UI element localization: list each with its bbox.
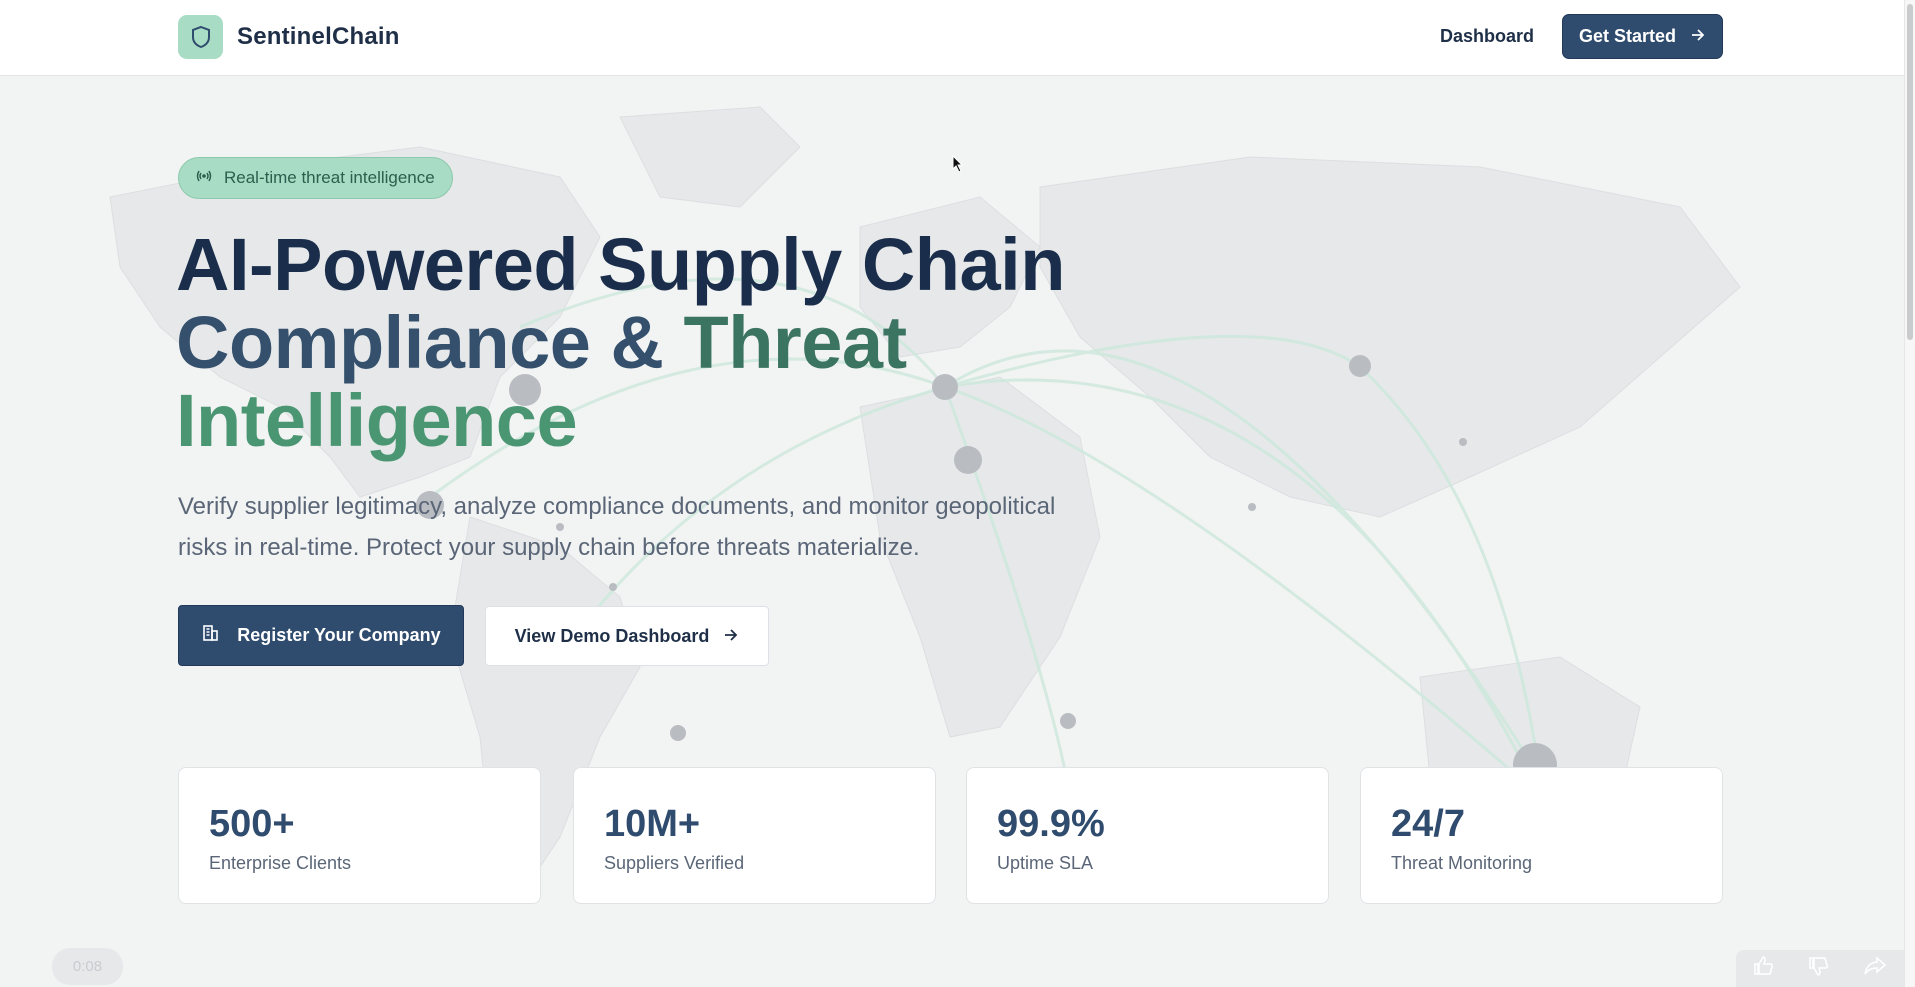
- hero-section: Real-time threat intelligence AI-Powered…: [0, 0, 1904, 987]
- hero-title-line3: Intelligence: [176, 379, 578, 462]
- hero-subtitle: Verify supplier legitimacy, analyze comp…: [178, 486, 1118, 568]
- brand-name: SentinelChain: [237, 23, 400, 50]
- arrow-right-icon: [1690, 26, 1706, 47]
- stat-label: Threat Monitoring: [1391, 853, 1533, 873]
- broadcast-icon: [196, 168, 212, 188]
- hero-title-line1: AI-Powered Supply Chain: [176, 223, 1065, 306]
- hero-title-line2a: Compliance &: [176, 301, 684, 384]
- arrow-right-icon: [723, 626, 739, 647]
- hero-title-line2b: Threat: [683, 301, 908, 384]
- stat-value: 10M+: [604, 803, 701, 845]
- stat-card-suppliers-verified: 10M+ Suppliers Verified: [573, 767, 936, 904]
- get-started-button[interactable]: Get Started: [1562, 14, 1723, 59]
- page-scrollbar[interactable]: [1904, 0, 1915, 987]
- stat-label: Enterprise Clients: [209, 853, 352, 873]
- badge-label: Real-time threat intelligence: [224, 168, 435, 187]
- stat-card-enterprise-clients: 500+ Enterprise Clients: [178, 767, 541, 904]
- stat-card-threat-monitoring: 24/7 Threat Monitoring: [1360, 767, 1723, 904]
- video-timecode: 0:08: [52, 948, 123, 985]
- thumbs-down-icon[interactable]: [1807, 954, 1831, 983]
- stat-value: 500+: [209, 803, 295, 845]
- stat-value: 24/7: [1391, 803, 1465, 845]
- building-icon: [201, 624, 219, 647]
- register-company-button[interactable]: Register Your Company: [178, 605, 464, 666]
- stat-value: 99.9%: [997, 803, 1105, 845]
- mouse-cursor-icon: [952, 155, 964, 173]
- hero-subtitle-line1: Verify supplier legitimacy, analyze comp…: [178, 493, 1056, 520]
- shield-icon: [178, 15, 223, 59]
- register-company-label: Register Your Company: [237, 625, 441, 645]
- stat-label: Suppliers Verified: [604, 853, 745, 873]
- nav-dashboard-link[interactable]: Dashboard: [1440, 26, 1534, 47]
- scrollbar-thumb[interactable]: [1907, 4, 1913, 340]
- stat-label: Uptime SLA: [997, 853, 1094, 873]
- hero-title: AI-Powered Supply Chain Compliance & Thr…: [176, 226, 1065, 460]
- top-navbar: SentinelChain Dashboard Get Started: [0, 0, 1904, 76]
- view-demo-dashboard-label: View Demo Dashboard: [514, 625, 710, 646]
- get-started-label: Get Started: [1578, 26, 1677, 46]
- stat-card-uptime-sla: 99.9% Uptime SLA: [966, 767, 1329, 904]
- thumbs-up-icon[interactable]: [1752, 954, 1776, 983]
- share-icon[interactable]: [1862, 954, 1888, 983]
- view-demo-dashboard-button[interactable]: View Demo Dashboard: [485, 606, 769, 666]
- hero-subtitle-line2: risks in real-time. Protect your supply …: [178, 534, 920, 561]
- brand[interactable]: SentinelChain: [178, 15, 400, 59]
- feedback-actions: [1736, 950, 1904, 987]
- realtime-badge: Real-time threat intelligence: [178, 157, 453, 199]
